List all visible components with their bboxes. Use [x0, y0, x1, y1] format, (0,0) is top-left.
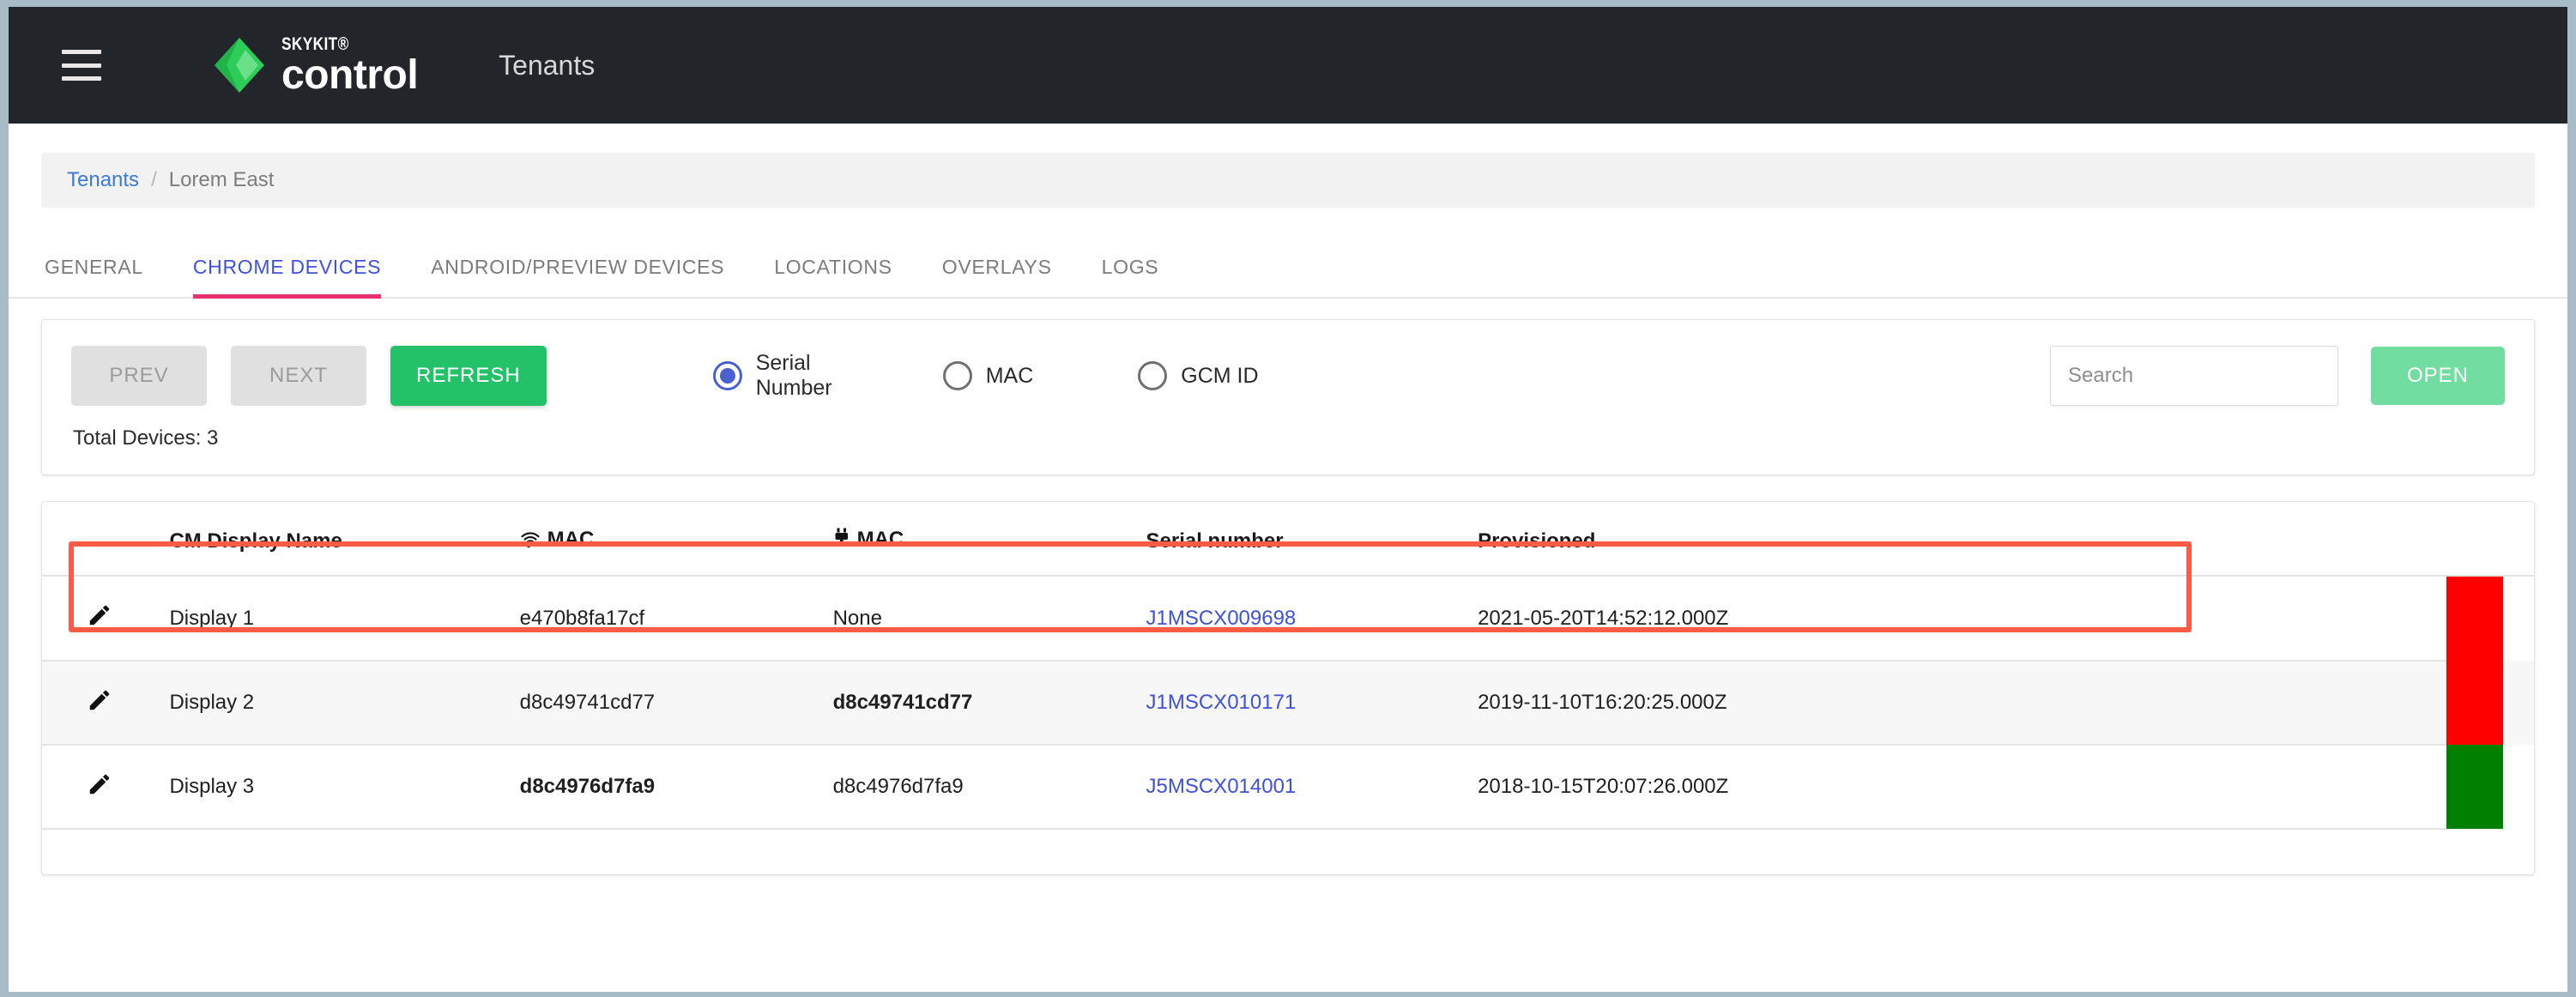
devices-table-card: CM Display Name MAC MAC Serial number Pr… — [41, 501, 2535, 875]
radio-circle-icon — [1138, 361, 1168, 390]
breadcrumb-current-lorem-east: Lorem East — [168, 168, 275, 191]
column-header-edit — [42, 502, 170, 577]
column-header-provisioned: Provisioned — [1478, 502, 1876, 577]
cell-ethernet-mac: d8c49741cd77 — [832, 661, 1146, 746]
column-header-status — [2446, 502, 2534, 577]
cell-provisioned: 2019-11-10T16:20:25.000Z — [1478, 661, 1876, 746]
breadcrumb-separator: / — [151, 168, 157, 191]
search-field-wrapper[interactable] — [2050, 346, 2338, 406]
serial-number-link[interactable]: J1MSCX009698 — [1146, 607, 1297, 630]
hamburger-line — [62, 76, 101, 81]
search-mode-radio-group: Serial Number MAC GCM ID — [712, 351, 1259, 401]
pencil-icon[interactable] — [87, 602, 112, 634]
cell-serial-number: J1MSCX010171 — [1146, 661, 1478, 746]
column-header-display-name: CM Display Name — [169, 502, 520, 577]
toolbar-card: PREV NEXT REFRESH Serial Number MAC GCM … — [41, 319, 2535, 475]
cell-spacer — [1875, 661, 2446, 746]
refresh-button[interactable]: REFRESH — [390, 346, 547, 406]
hamburger-menu-icon[interactable] — [62, 50, 101, 81]
cell-wifi-mac: d8c4976d7fa9 — [519, 745, 833, 830]
table-header-row: CM Display Name MAC MAC Serial number Pr… — [42, 502, 2534, 577]
cell-wifi-mac: e470b8fa17cf — [519, 576, 833, 662]
edit-cell — [42, 661, 170, 746]
cell-status — [2446, 661, 2534, 745]
cell-wifi-mac: d8c49741cd77 — [519, 661, 833, 746]
wifi-icon — [520, 530, 541, 554]
status-badge — [2446, 745, 2503, 829]
pencil-icon[interactable] — [87, 771, 112, 803]
table-row[interactable]: Display 2 d8c49741cd77 d8c49741cd77 J1MS… — [42, 661, 2534, 746]
app-page: SKYKIT® control Tenants Tenants / Lorem … — [9, 7, 2567, 992]
pencil-icon[interactable] — [87, 687, 112, 719]
column-header-wifi-mac-label: MAC — [547, 528, 595, 551]
edit-cell — [42, 745, 170, 830]
next-button[interactable]: NEXT — [231, 346, 366, 406]
cell-display-name: Display 2 — [169, 661, 520, 746]
column-header-ethernet-mac: MAC — [832, 502, 1146, 577]
cell-serial-number: J1MSCX009698 — [1146, 576, 1478, 662]
ethernet-plug-icon — [833, 528, 850, 554]
brand-wordmark: control — [281, 51, 419, 98]
edit-cell — [42, 576, 170, 662]
cell-serial-number: J5MSCX014001 — [1146, 745, 1478, 830]
radio-label-mac: MAC — [985, 363, 1034, 388]
radio-circle-icon — [942, 361, 972, 390]
topbar-title[interactable]: Tenants — [499, 50, 595, 82]
radio-circle-icon — [712, 361, 742, 390]
radio-label-gcm-id: GCM ID — [1181, 363, 1259, 388]
cell-spacer — [1875, 576, 2446, 662]
hamburger-line — [62, 50, 101, 54]
column-header-serial-number: Serial number — [1146, 502, 1478, 577]
search-input[interactable] — [2051, 347, 2337, 405]
tab-android-preview-devices[interactable]: ANDROID/PREVIEW DEVICES — [431, 256, 724, 299]
breadcrumb-link-tenants[interactable]: Tenants — [67, 168, 139, 192]
tab-logs[interactable]: LOGS — [1102, 256, 1159, 299]
devices-table-body: Display 1 e470b8fa17cf None J1MSCX009698… — [42, 576, 2534, 830]
hamburger-line — [62, 63, 101, 68]
column-header-wifi-mac: MAC — [519, 502, 833, 577]
serial-number-link[interactable]: J5MSCX014001 — [1146, 775, 1297, 798]
tab-overlays[interactable]: OVERLAYS — [942, 256, 1052, 299]
radio-label-serial-number: Serial Number — [755, 351, 832, 400]
devices-table-head: CM Display Name MAC MAC Serial number Pr… — [42, 502, 2534, 577]
serial-number-link[interactable]: J1MSCX010171 — [1146, 691, 1297, 714]
table-row[interactable]: Display 1 e470b8fa17cf None J1MSCX009698… — [42, 576, 2534, 662]
radio-serial-number[interactable]: Serial Number — [712, 351, 838, 401]
column-header-spacer — [1875, 502, 2446, 577]
open-button[interactable]: OPEN — [2371, 347, 2505, 405]
column-header-ethernet-mac-label: MAC — [856, 528, 904, 551]
cell-provisioned: 2021-05-20T14:52:12.000Z — [1478, 576, 1876, 662]
table-row[interactable]: Display 3 d8c4976d7fa9 d8c4976d7fa9 J5MS… — [42, 745, 2534, 830]
top-navigation-bar: SKYKIT® control Tenants — [9, 7, 2567, 124]
status-badge — [2446, 661, 2503, 745]
skykit-logo-icon — [215, 38, 264, 93]
cell-status — [2446, 745, 2534, 829]
tab-chrome-devices[interactable]: CHROME DEVICES — [192, 256, 382, 299]
tab-general[interactable]: GENERAL — [45, 256, 143, 299]
cell-status — [2446, 576, 2534, 661]
cell-spacer — [1875, 745, 2446, 830]
breadcrumb: Tenants / Lorem East — [41, 153, 2535, 208]
radio-mac[interactable]: MAC — [942, 361, 1034, 390]
cell-provisioned: 2018-10-15T20:07:26.000Z — [1478, 745, 1876, 830]
prev-button[interactable]: PREV — [71, 346, 207, 406]
cell-display-name: Display 1 — [169, 576, 520, 662]
cell-ethernet-mac: None — [832, 576, 1146, 662]
radio-gcm-id[interactable]: GCM ID — [1138, 361, 1259, 390]
brand-superscript: SKYKIT® — [281, 33, 349, 54]
cell-ethernet-mac: d8c4976d7fa9 — [832, 745, 1146, 830]
brand-logo[interactable]: SKYKIT® control — [211, 33, 419, 98]
total-devices-count: Total Devices: 3 — [73, 426, 219, 450]
cell-display-name: Display 3 — [169, 745, 520, 830]
tab-locations[interactable]: LOCATIONS — [774, 256, 892, 299]
status-badge — [2446, 577, 2503, 661]
devices-table: CM Display Name MAC MAC Serial number Pr… — [42, 502, 2534, 830]
tab-bar: GENERAL CHROME DEVICES ANDROID/PREVIEW D… — [9, 237, 2567, 299]
